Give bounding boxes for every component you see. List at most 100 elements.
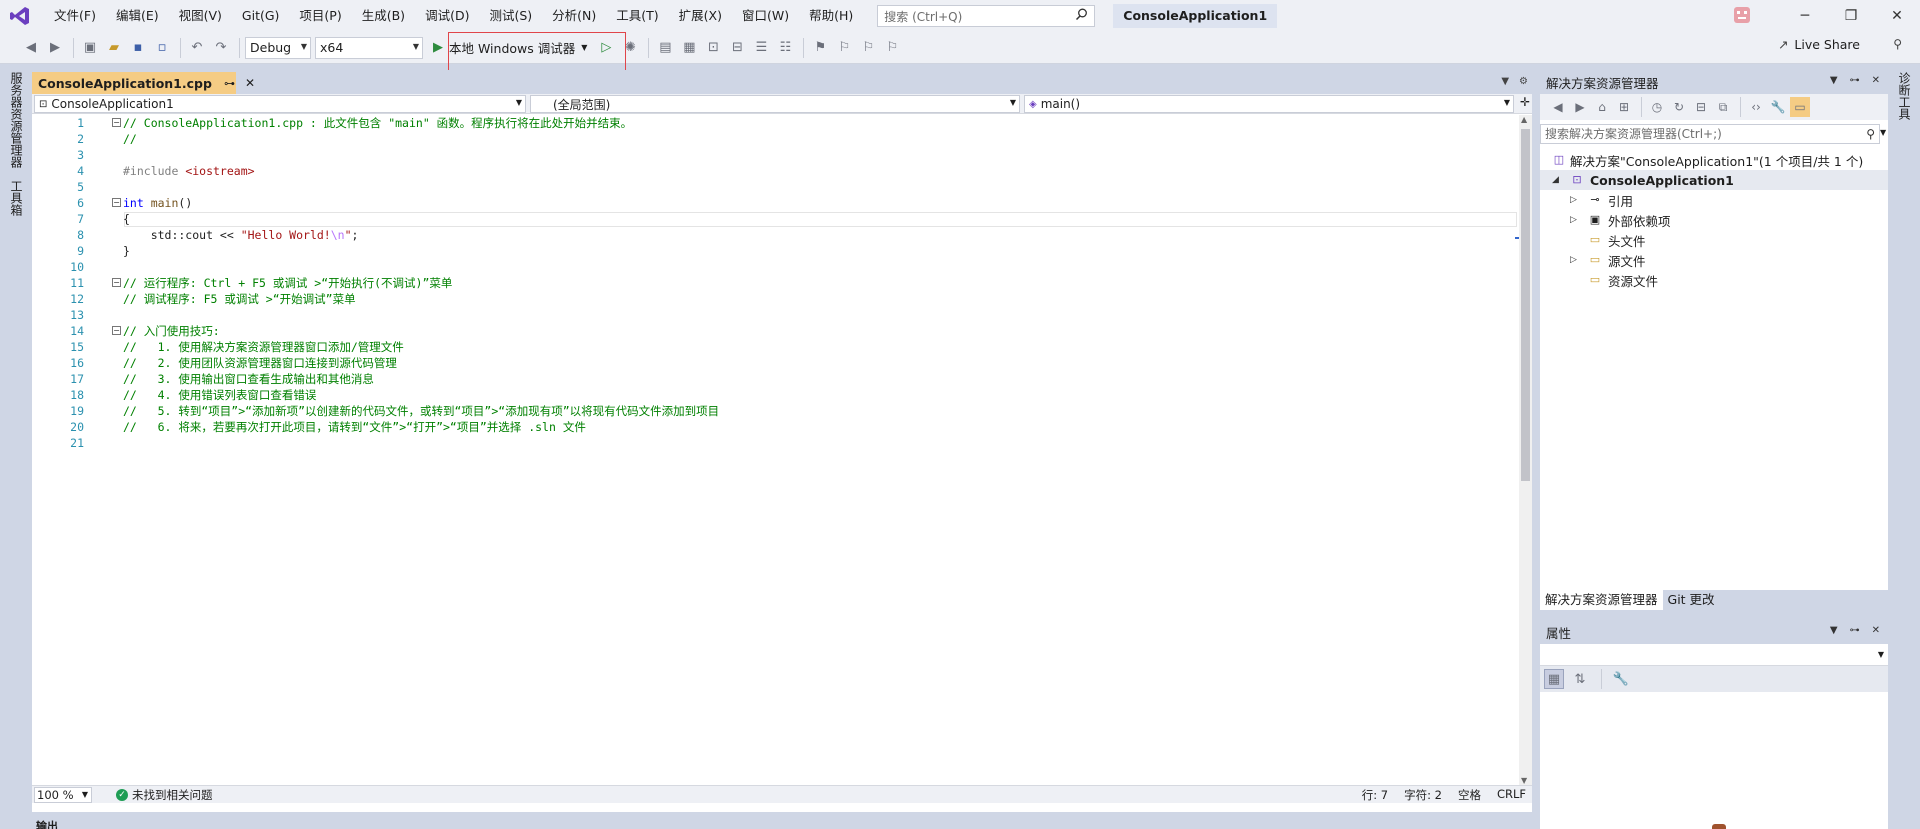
issues-indicator[interactable]: ✓ 未找到相关问题	[116, 787, 213, 803]
tree-node-source-files[interactable]: ▷ ▭ 源文件	[1540, 250, 1888, 270]
forward-icon[interactable]: ▶	[1570, 97, 1590, 117]
document-tab[interactable]: ConsoleApplication1.cpp ⊶ ✕	[32, 72, 255, 94]
menu-test[interactable]: 测试(S)	[479, 0, 542, 32]
menu-build[interactable]: 生成(B)	[352, 0, 415, 32]
next-bookmark-icon[interactable]: ⚐	[857, 37, 879, 59]
collapse-all-icon[interactable]: ⊟	[1691, 97, 1711, 117]
open-folder-icon[interactable]: ▰	[103, 37, 125, 59]
chevron-down-icon[interactable]: ▼	[1830, 625, 1838, 636]
vs-logo-icon[interactable]	[4, 0, 36, 32]
pin-icon[interactable]: ⊶	[1850, 625, 1860, 636]
wrench-icon[interactable]: 🔧	[1611, 669, 1631, 689]
member-dropdown[interactable]: ◈ main() ▼	[1024, 95, 1514, 113]
menu-git[interactable]: Git(G)	[232, 0, 290, 32]
collapse-arrow-icon[interactable]: ▷	[1570, 215, 1577, 225]
menu-debug[interactable]: 调试(D)	[415, 0, 479, 32]
gear-icon[interactable]: ⚙	[1519, 76, 1528, 87]
menu-window[interactable]: 窗口(W)	[732, 0, 799, 32]
comment-icon[interactable]: ☰	[750, 37, 772, 59]
zoom-select[interactable]: 100 % ▼	[34, 787, 92, 803]
back-icon[interactable]: ◀	[1548, 97, 1568, 117]
output-title[interactable]: 输出	[36, 818, 58, 829]
pin-icon[interactable]: ⊶	[1850, 75, 1860, 86]
feedback-icon[interactable]: ⚲	[1893, 37, 1902, 51]
scroll-down-icon[interactable]: ▼	[1521, 776, 1527, 785]
tab-solution-explorer[interactable]: 解决方案资源管理器	[1540, 590, 1663, 610]
line-indicator[interactable]: 行: 7	[1362, 787, 1388, 803]
fold-toggle[interactable]: −	[112, 326, 121, 335]
save-all-icon[interactable]: ▫	[151, 37, 173, 59]
eol-indicator[interactable]: CRLF	[1497, 787, 1526, 803]
menu-analyze[interactable]: 分析(N)	[542, 0, 606, 32]
tree-solution-node[interactable]: ◫ 解决方案"ConsoleApplication1"(1 个项目/共 1 个)	[1540, 150, 1888, 170]
fold-toggle[interactable]: −	[112, 198, 121, 207]
save-icon[interactable]: ▪	[127, 37, 149, 59]
menu-help[interactable]: 帮助(H)	[799, 0, 863, 32]
fold-toggle[interactable]: −	[112, 278, 121, 287]
new-project-icon[interactable]: ▣	[79, 37, 101, 59]
close-icon[interactable]: ✕	[245, 76, 255, 90]
minimize-button[interactable]: ─	[1782, 0, 1828, 32]
diagnostic-tools-tab[interactable]: 诊断工具	[1896, 72, 1913, 120]
bug-icon[interactable]	[1732, 5, 1754, 27]
bookmark-icon[interactable]: ⚑	[809, 37, 831, 59]
close-icon[interactable]: ✕	[1872, 75, 1880, 86]
close-window-button[interactable]: ✕	[1874, 0, 1920, 32]
menu-project[interactable]: 项目(P)	[289, 0, 351, 32]
select-icon[interactable]: ⊡	[702, 37, 724, 59]
menu-file[interactable]: 文件(F)	[44, 0, 106, 32]
tree-node-resource-files[interactable]: ▭ 资源文件	[1540, 270, 1888, 290]
forward-icon[interactable]: ▶	[44, 37, 66, 59]
restore-button[interactable]: ❐	[1828, 0, 1874, 32]
preview-icon[interactable]: ▭	[1790, 97, 1810, 117]
undo-icon[interactable]: ↶	[186, 37, 208, 59]
close-icon[interactable]: ✕	[1872, 625, 1880, 636]
home-icon[interactable]: ⌂	[1592, 97, 1612, 117]
scope-dropdown[interactable]: (全局范围) ▼	[530, 95, 1020, 113]
chevron-down-icon[interactable]: ▼	[1880, 128, 1886, 137]
properties-object-select[interactable]: ▼	[1540, 644, 1888, 666]
server-explorer-tab[interactable]: 服务器资源管理器	[8, 72, 25, 168]
browse-folder-icon[interactable]: ▤	[654, 37, 676, 59]
menu-tools[interactable]: 工具(T)	[606, 0, 668, 32]
prev-bookmark-icon[interactable]: ⚐	[833, 37, 855, 59]
pin-icon[interactable]: ⊶	[224, 77, 235, 90]
chevron-down-icon[interactable]: ▼	[1830, 75, 1838, 86]
pending-changes-icon[interactable]: ◷	[1647, 97, 1667, 117]
uncomment-icon[interactable]: ☷	[774, 37, 796, 59]
categorized-icon[interactable]: ▦	[1544, 669, 1564, 689]
layout-icon[interactable]: ▦	[678, 37, 700, 59]
whitespace-indicator[interactable]: 空格	[1458, 787, 1481, 803]
menu-edit[interactable]: 编辑(E)	[106, 0, 169, 32]
wrench-icon[interactable]: 🔧	[1768, 97, 1788, 117]
tree-node-external-deps[interactable]: ▷ ▣ 外部依赖项	[1540, 210, 1888, 230]
switch-view-icon[interactable]: ⊞	[1614, 97, 1634, 117]
menu-extensions[interactable]: 扩展(X)	[669, 0, 732, 32]
tab-git-changes[interactable]: Git 更改	[1663, 590, 1720, 610]
refresh-icon[interactable]: ↻	[1669, 97, 1689, 117]
tree-node-header-files[interactable]: ▭ 头文件	[1540, 230, 1888, 250]
solution-search-input[interactable]: 搜索解决方案资源管理器(Ctrl+;) ⚲	[1540, 124, 1880, 144]
back-icon[interactable]: ◀	[20, 37, 42, 59]
fold-toggle[interactable]: −	[112, 118, 121, 127]
expand-arrow-icon[interactable]: ◢	[1552, 175, 1559, 185]
collapse-arrow-icon[interactable]: ▷	[1570, 255, 1577, 265]
menu-view[interactable]: 视图(V)	[169, 0, 232, 32]
char-indicator[interactable]: 字符: 2	[1404, 787, 1442, 803]
code-editor[interactable]: 1 2 3 4 5 6 7 8 9 10 11 12 13 14 15 16 1…	[32, 115, 1532, 785]
show-all-files-icon[interactable]: ⧉	[1713, 97, 1733, 117]
view-code-icon[interactable]: ‹›	[1746, 97, 1766, 117]
global-search-input[interactable]: 搜索 (Ctrl+Q)	[877, 5, 1096, 27]
tab-list-icon[interactable]: ▼	[1501, 76, 1509, 87]
project-dropdown[interactable]: ⊡ ConsoleApplication1 ▼	[34, 95, 526, 113]
scroll-up-icon[interactable]: ▲	[1521, 115, 1527, 124]
vertical-scrollbar[interactable]: ▲ ▼	[1519, 115, 1532, 785]
scrollbar-thumb[interactable]	[1521, 129, 1530, 481]
tree-project-node[interactable]: ◢ ⊡ ConsoleApplication1	[1540, 170, 1888, 190]
redo-icon[interactable]: ↷	[210, 37, 232, 59]
format-icon[interactable]: ⊟	[726, 37, 748, 59]
tree-node-references[interactable]: ▷ ⊸ 引用	[1540, 190, 1888, 210]
platform-select[interactable]: x64 ▼	[315, 36, 423, 59]
toolbox-tab[interactable]: 工具箱	[8, 180, 25, 216]
collapse-arrow-icon[interactable]: ▷	[1570, 195, 1577, 205]
